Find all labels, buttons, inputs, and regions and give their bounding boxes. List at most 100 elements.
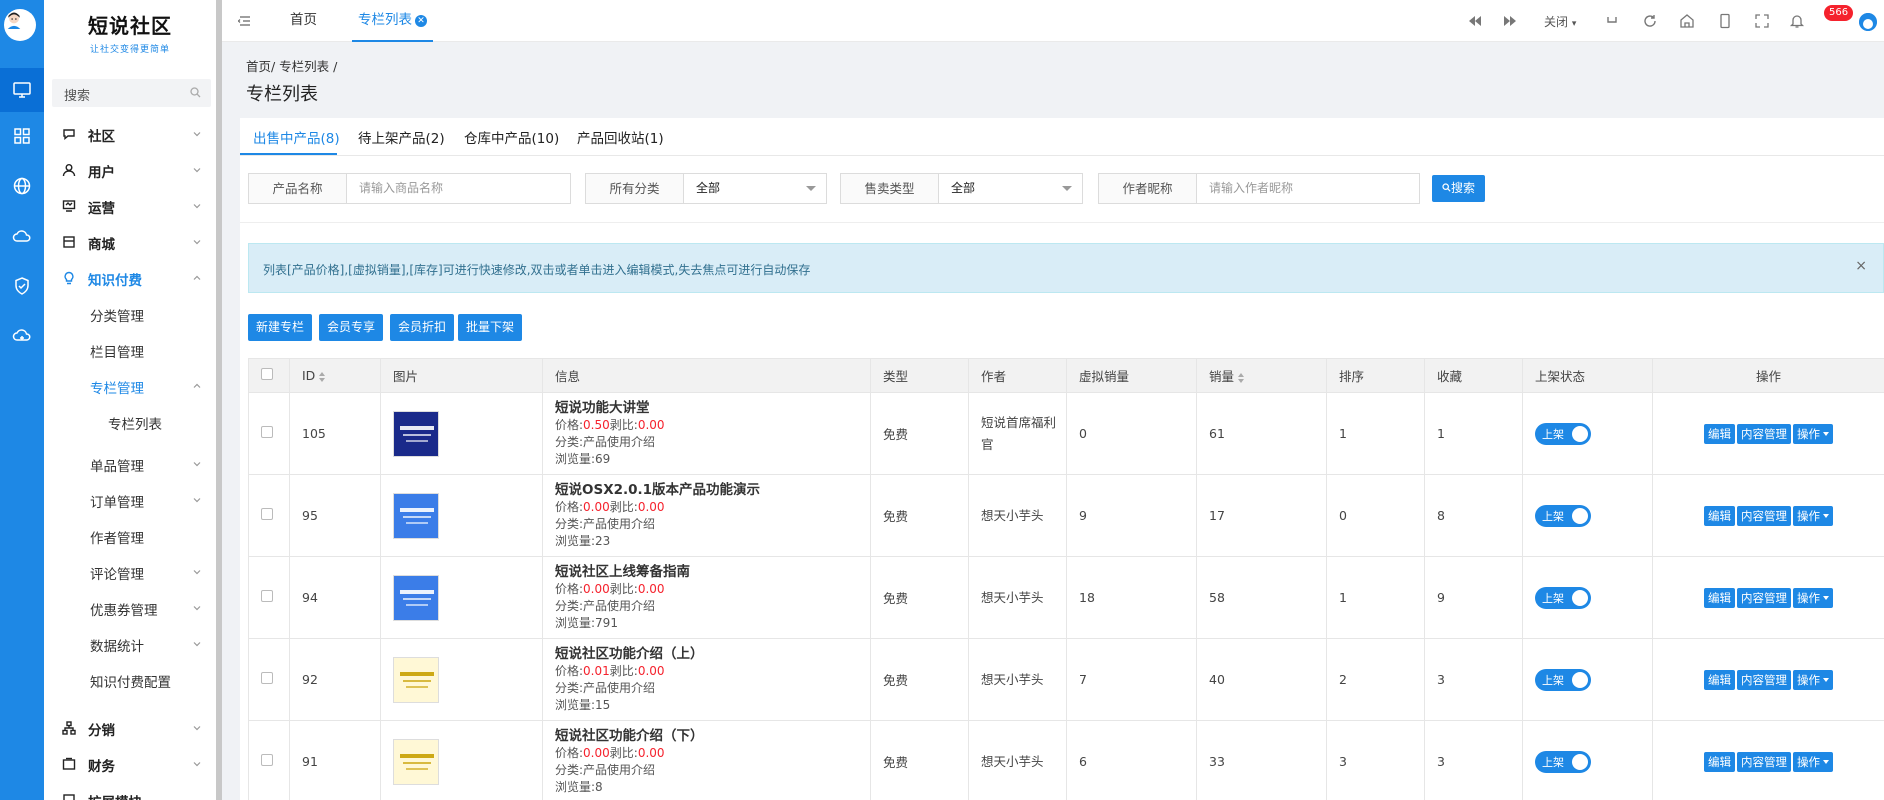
price-value[interactable]: 0.50 xyxy=(583,418,610,432)
submenu-special-column-list[interactable]: 专栏列表 xyxy=(44,407,216,437)
menu-item-distribution[interactable]: 分销 xyxy=(44,713,216,743)
tab-warehouse[interactable]: 仓库中产品(10) xyxy=(464,127,559,147)
menu-search-input[interactable]: 搜索 xyxy=(52,79,211,107)
row-checkbox[interactable] xyxy=(248,556,290,639)
row-checkbox[interactable] xyxy=(248,638,290,721)
cell-virtual-sales[interactable]: 9 xyxy=(1066,474,1197,557)
cell-virtual-sales[interactable]: 6 xyxy=(1066,720,1197,800)
submenu-knowledge-config[interactable]: 知识付费配置 xyxy=(44,665,216,695)
submenu-category[interactable]: 分类管理 xyxy=(44,299,216,329)
tab-home[interactable]: 首页 xyxy=(290,0,317,42)
content-manage-button[interactable]: 内容管理 xyxy=(1737,751,1791,772)
cover-thumbnail[interactable] xyxy=(393,656,439,703)
more-ops-dropdown[interactable]: 操作 xyxy=(1793,423,1833,444)
author-input[interactable]: 请输入作者昵称 xyxy=(1209,174,1293,203)
more-ops-dropdown[interactable]: 操作 xyxy=(1793,587,1833,608)
alert-close-icon[interactable]: × xyxy=(1855,258,1867,274)
content-manage-button[interactable]: 内容管理 xyxy=(1737,669,1791,690)
menu-item-finance[interactable]: 财务 xyxy=(44,749,216,779)
member-exclusive-button[interactable]: 会员专享 xyxy=(319,314,384,341)
col-id[interactable]: ID xyxy=(289,358,381,393)
submenu-coupons[interactable]: 优惠券管理 xyxy=(44,593,216,623)
status-toggle[interactable]: 上架 xyxy=(1535,586,1591,609)
menu-item-community[interactable]: 社区 xyxy=(44,119,216,149)
more-ops-dropdown[interactable]: 操作 xyxy=(1793,751,1833,772)
cloud-sync-icon[interactable] xyxy=(0,314,44,358)
user-avatar[interactable] xyxy=(1859,13,1877,31)
globe-icon[interactable] xyxy=(0,164,44,208)
row-checkbox[interactable] xyxy=(248,392,290,475)
cover-thumbnail[interactable] xyxy=(393,574,439,621)
submenu-special-column[interactable]: 专栏管理 xyxy=(44,371,216,401)
collapse-menu-icon[interactable] xyxy=(238,14,252,28)
status-toggle[interactable]: 上架 xyxy=(1535,668,1591,691)
product-name-input[interactable]: 请输入商品名称 xyxy=(359,174,443,203)
submenu-orders[interactable]: 订单管理 xyxy=(44,485,216,515)
rewind-icon[interactable] xyxy=(1467,13,1483,29)
row-checkbox[interactable] xyxy=(248,474,290,557)
content-manage-button[interactable]: 内容管理 xyxy=(1737,505,1791,526)
status-toggle[interactable]: 上架 xyxy=(1535,750,1591,773)
menu-item-operations[interactable]: 运营 xyxy=(44,191,216,221)
select-all-checkbox[interactable] xyxy=(248,358,290,393)
cell-sort[interactable]: 0 xyxy=(1326,474,1425,557)
more-ops-dropdown[interactable]: 操作 xyxy=(1793,669,1833,690)
menu-item-user[interactable]: 用户 xyxy=(44,155,216,185)
menu-item-knowledge[interactable]: 知识付费 xyxy=(44,263,216,293)
cover-thumbnail[interactable] xyxy=(393,492,439,539)
price-value[interactable]: 0.00 xyxy=(583,500,610,514)
submenu-authors[interactable]: 作者管理 xyxy=(44,521,216,551)
bell-icon[interactable] xyxy=(1789,13,1805,29)
fast-forward-icon[interactable] xyxy=(1502,13,1518,29)
mobile-icon[interactable] xyxy=(1717,13,1733,29)
cell-sort[interactable]: 3 xyxy=(1326,720,1425,800)
tab-recycle-bin[interactable]: 产品回收站(1) xyxy=(577,127,664,147)
cover-thumbnail[interactable] xyxy=(393,738,439,785)
sort-icon[interactable] xyxy=(319,371,326,382)
sale-type-select[interactable]: 全部 xyxy=(951,174,975,203)
fullscreen-icon[interactable] xyxy=(1754,13,1770,29)
more-ops-dropdown[interactable]: 操作 xyxy=(1793,505,1833,526)
shield-check-icon[interactable] xyxy=(0,264,44,308)
status-toggle[interactable]: 上架 xyxy=(1535,422,1591,445)
tab-pending[interactable]: 待上架产品(2) xyxy=(358,127,445,147)
cell-sort[interactable]: 1 xyxy=(1326,392,1425,475)
apps-grid-icon[interactable] xyxy=(0,114,44,158)
product-title[interactable]: 短说OSX2.0.1版本产品功能演示 xyxy=(555,482,870,499)
status-toggle[interactable]: 上架 xyxy=(1535,504,1591,527)
submenu-column[interactable]: 栏目管理 xyxy=(44,335,216,365)
close-tabs-dropdown[interactable]: 关闭 ▾ xyxy=(1544,13,1576,30)
col-sales[interactable]: 销量 xyxy=(1196,358,1327,393)
cell-virtual-sales[interactable]: 7 xyxy=(1066,638,1197,721)
edit-button[interactable]: 编辑 xyxy=(1704,505,1735,526)
price-value[interactable]: 0.00 xyxy=(583,582,610,596)
price-value[interactable]: 0.01 xyxy=(583,664,610,678)
tab-column-list[interactable]: 专栏列表 ✕ xyxy=(352,0,433,42)
edit-button[interactable]: 编辑 xyxy=(1704,587,1735,608)
edit-button[interactable]: 编辑 xyxy=(1704,751,1735,772)
cell-virtual-sales[interactable]: 18 xyxy=(1066,556,1197,639)
row-checkbox[interactable] xyxy=(248,720,290,800)
content-manage-button[interactable]: 内容管理 xyxy=(1737,587,1791,608)
edit-button[interactable]: 编辑 xyxy=(1704,423,1735,444)
edit-button[interactable]: 编辑 xyxy=(1704,669,1735,690)
new-column-button[interactable]: 新建专栏 xyxy=(248,314,313,341)
submenu-comments[interactable]: 评论管理 xyxy=(44,557,216,587)
refresh-icon[interactable] xyxy=(1642,13,1658,29)
sidebar-scrollbar[interactable] xyxy=(216,0,222,800)
category-select[interactable]: 全部 xyxy=(696,174,720,203)
menu-item-mall[interactable]: 商城 xyxy=(44,227,216,257)
search-button[interactable]: 搜索 xyxy=(1432,175,1485,202)
tab-close-icon[interactable]: ✕ xyxy=(415,15,427,27)
cover-thumbnail[interactable] xyxy=(393,410,439,457)
admin-avatar[interactable] xyxy=(4,9,36,41)
product-title[interactable]: 短说功能大讲堂 xyxy=(555,400,870,417)
cell-sort[interactable]: 2 xyxy=(1326,638,1425,721)
submenu-single-item[interactable]: 单品管理 xyxy=(44,449,216,479)
cell-sort[interactable]: 1 xyxy=(1326,556,1425,639)
product-title[interactable]: 短说社区功能介绍（下） xyxy=(555,728,870,745)
cloud-icon[interactable] xyxy=(0,214,44,258)
batch-unlist-button[interactable]: 批量下架 xyxy=(458,314,523,341)
menu-item-extensions[interactable]: 扩展模块 xyxy=(44,785,216,800)
content-manage-button[interactable]: 内容管理 xyxy=(1737,423,1791,444)
